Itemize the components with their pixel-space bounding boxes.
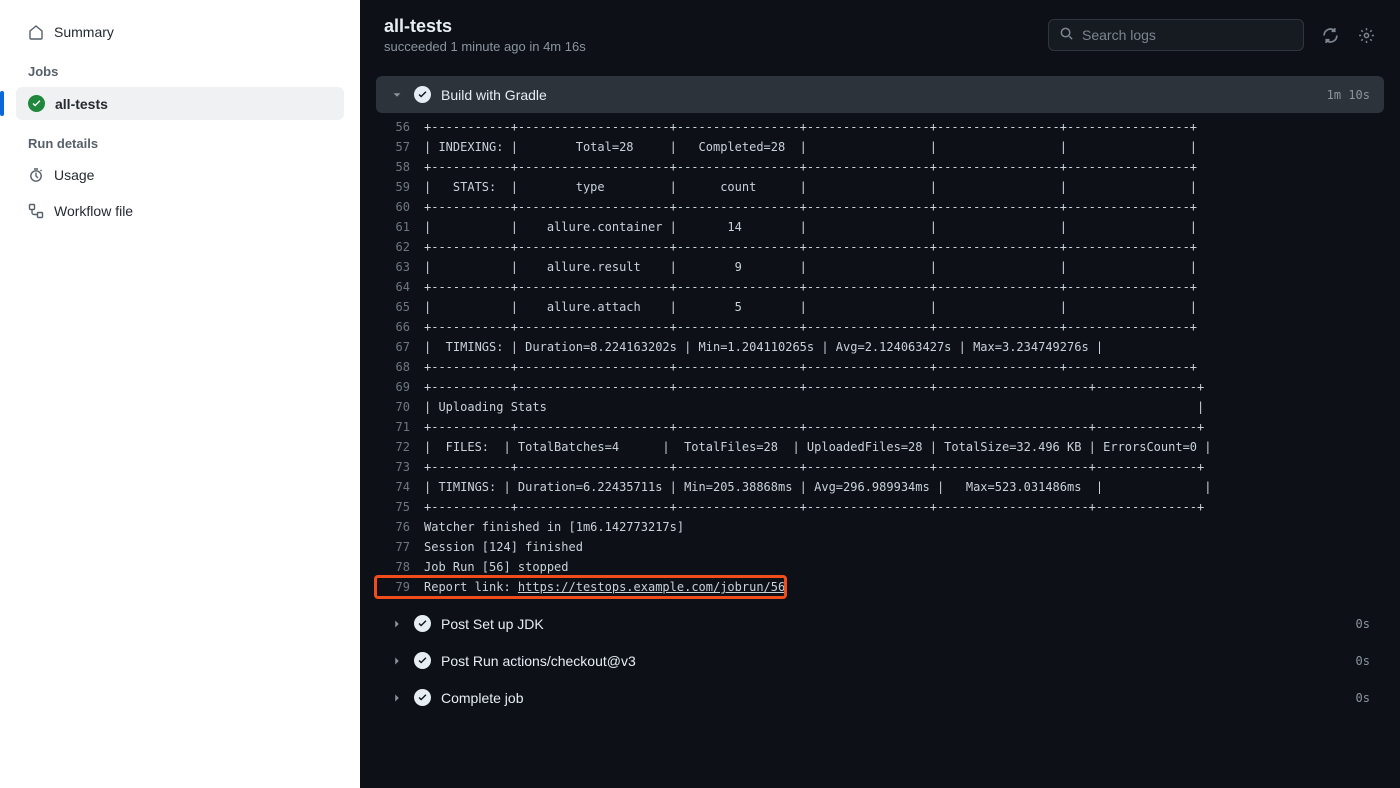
main-panel: all-tests succeeded 1 minute ago in 4m 1… bbox=[360, 0, 1400, 788]
refresh-icon[interactable] bbox=[1320, 25, 1340, 45]
home-icon bbox=[28, 24, 44, 40]
sidebar: Summary Jobs all-tests Run details Usage… bbox=[0, 0, 360, 788]
log-line: 78Job Run [56] stopped bbox=[376, 557, 1384, 577]
log-line: 75+-----------+---------------------+---… bbox=[376, 497, 1384, 517]
time-ago: 1 minute ago bbox=[451, 39, 526, 54]
sidebar-item-label: Workflow file bbox=[54, 203, 133, 219]
sidebar-heading-details: Run details bbox=[16, 128, 344, 159]
log-line: 76Watcher finished in [1m6.142773217s] bbox=[376, 517, 1384, 537]
job-title: all-tests bbox=[384, 16, 586, 37]
log-line: 60+-----------+---------------------+---… bbox=[376, 197, 1384, 217]
log-line: 62+-----------+---------------------+---… bbox=[376, 237, 1384, 257]
step-complete-job[interactable]: Complete job 0s bbox=[376, 679, 1384, 716]
check-circle-icon bbox=[414, 86, 431, 103]
step-duration: 0s bbox=[1356, 617, 1370, 631]
log-line-highlighted: 79Report link: https://testops.example.c… bbox=[376, 577, 785, 597]
gear-icon[interactable] bbox=[1356, 25, 1376, 45]
chevron-down-icon bbox=[390, 88, 404, 102]
log-line: 72| FILES: | TotalBatches=4 | TotalFiles… bbox=[376, 437, 1384, 457]
steps-list: Build with Gradle 1m 10s 56+-----------+… bbox=[360, 76, 1400, 788]
workflow-icon bbox=[28, 203, 44, 219]
step-build-with-gradle[interactable]: Build with Gradle 1m 10s bbox=[376, 76, 1384, 113]
stopwatch-icon bbox=[28, 167, 44, 183]
step-post-checkout[interactable]: Post Run actions/checkout@v3 0s bbox=[376, 642, 1384, 679]
log-line: 64+-----------+---------------------+---… bbox=[376, 277, 1384, 297]
sidebar-item-usage[interactable]: Usage bbox=[16, 159, 344, 191]
log-line: 61| | allure.container | 14 | | | | bbox=[376, 217, 1384, 237]
log-line: 74| TIMINGS: | Duration=6.22435711s | Mi… bbox=[376, 477, 1384, 497]
sidebar-item-workflow-file[interactable]: Workflow file bbox=[16, 195, 344, 227]
search-logs[interactable] bbox=[1048, 19, 1304, 51]
search-input[interactable] bbox=[1082, 27, 1293, 43]
log-line: 63| | allure.result | 9 | | | | bbox=[376, 257, 1384, 277]
log-line: 57| INDEXING: | Total=28 | Completed=28 … bbox=[376, 137, 1384, 157]
chevron-right-icon bbox=[390, 691, 404, 705]
log-line: 68+-----------+---------------------+---… bbox=[376, 357, 1384, 377]
step-name: Build with Gradle bbox=[441, 87, 1317, 103]
log-line: 77Session [124] finished bbox=[376, 537, 1384, 557]
step-name: Complete job bbox=[441, 690, 1346, 706]
check-circle-icon bbox=[414, 689, 431, 706]
step-post-jdk[interactable]: Post Set up JDK 0s bbox=[376, 605, 1384, 642]
sidebar-item-label: Summary bbox=[54, 24, 114, 40]
step-name: Post Set up JDK bbox=[441, 616, 1346, 632]
log-line: 69+-----------+---------------------+---… bbox=[376, 377, 1384, 397]
sidebar-item-job-all-tests[interactable]: all-tests bbox=[16, 87, 344, 120]
chevron-right-icon bbox=[390, 617, 404, 631]
log-line: 67| TIMINGS: | Duration=8.224163202s | M… bbox=[376, 337, 1384, 357]
in-word: in bbox=[529, 39, 539, 54]
check-circle-icon bbox=[414, 615, 431, 632]
search-icon bbox=[1059, 26, 1074, 44]
step-duration: 0s bbox=[1356, 654, 1370, 668]
log-output[interactable]: 56+-----------+---------------------+---… bbox=[376, 113, 1384, 605]
main-header: all-tests succeeded 1 minute ago in 4m 1… bbox=[360, 0, 1400, 76]
sidebar-item-label: all-tests bbox=[55, 96, 108, 112]
main-controls bbox=[1048, 19, 1376, 51]
sidebar-item-label: Usage bbox=[54, 167, 94, 183]
chevron-right-icon bbox=[390, 654, 404, 668]
log-line: 70| Uploading Stats | bbox=[376, 397, 1384, 417]
log-line: 71+-----------+---------------------+---… bbox=[376, 417, 1384, 437]
check-circle-icon bbox=[414, 652, 431, 669]
sidebar-item-summary[interactable]: Summary bbox=[16, 16, 344, 48]
log-line: 65| | allure.attach | 5 | | | | bbox=[376, 297, 1384, 317]
log-line: 56+-----------+---------------------+---… bbox=[376, 117, 1384, 137]
status-text: succeeded bbox=[384, 39, 447, 54]
main-title-block: all-tests succeeded 1 minute ago in 4m 1… bbox=[384, 16, 586, 54]
log-line: 73+-----------+---------------------+---… bbox=[376, 457, 1384, 477]
log-line: 59| STATS: | type | count | | | | bbox=[376, 177, 1384, 197]
check-circle-icon bbox=[28, 95, 45, 112]
step-duration: 0s bbox=[1356, 691, 1370, 705]
log-line: 66+-----------+---------------------+---… bbox=[376, 317, 1384, 337]
report-link[interactable]: https://testops.example.com/jobrun/56 bbox=[518, 580, 785, 594]
log-line: 58+-----------+---------------------+---… bbox=[376, 157, 1384, 177]
step-name: Post Run actions/checkout@v3 bbox=[441, 653, 1346, 669]
job-subtitle: succeeded 1 minute ago in 4m 16s bbox=[384, 39, 586, 54]
sidebar-heading-jobs: Jobs bbox=[16, 56, 344, 87]
step-duration: 1m 10s bbox=[1327, 88, 1370, 102]
duration: 4m 16s bbox=[543, 39, 586, 54]
